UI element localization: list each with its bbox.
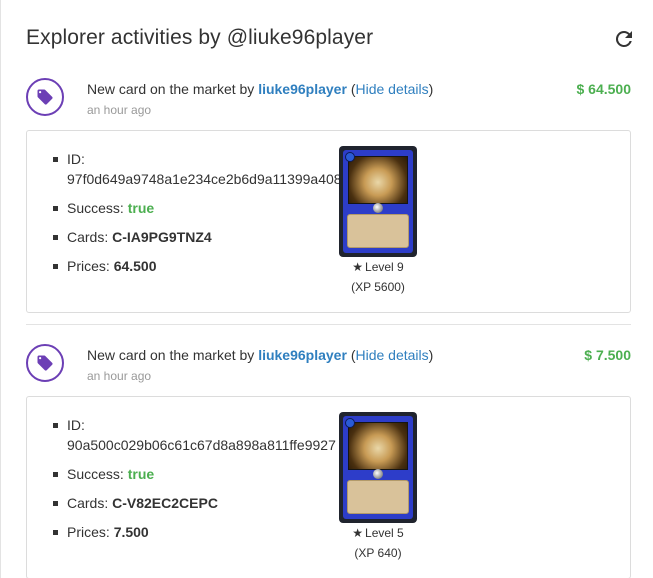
card-gem xyxy=(373,203,383,213)
card-mana-icon xyxy=(345,418,355,428)
activity-text-prefix: New card on the market by xyxy=(87,347,255,363)
activity-time: an hour ago xyxy=(87,103,152,117)
activity-details: ID: 97f0d649a9748a1e234ce2b6d9a11399a408… xyxy=(26,130,631,313)
success-value: true xyxy=(127,200,155,216)
prices-value: 64.500 xyxy=(113,258,157,274)
details-list: ID: 97f0d649a9748a1e234ce2b6d9a11399a408… xyxy=(53,149,343,285)
cards-label: Cards: xyxy=(67,229,109,245)
prices-value: 7.500 xyxy=(113,524,149,540)
user-link[interactable]: liuke96player xyxy=(258,347,347,363)
card-xp: (XP 640) xyxy=(354,546,402,560)
explorer-panel: Explorer activities by @liuke96player Ne… xyxy=(0,0,653,578)
hide-details-link[interactable]: Hide details xyxy=(355,347,428,363)
activity-text: New card on the market by liuke96player … xyxy=(87,81,433,97)
card-level-text: Level 5 xyxy=(365,526,404,540)
id-label: ID: xyxy=(67,151,85,167)
detail-cards: Cards: C-IA9PG9TNZ4 xyxy=(53,227,343,247)
activity-amount: $ 7.500 xyxy=(584,347,631,363)
card-gem xyxy=(373,469,383,479)
id-value: 90a500c029b06c61c67d8a898a811ffe9927 xyxy=(67,437,336,453)
card-level: ★ Level 5 xyxy=(339,526,417,540)
id-label: ID: xyxy=(67,417,85,433)
card-level: ★ Level 9 xyxy=(339,260,417,274)
paren-close: ) xyxy=(428,347,434,363)
card-mana-icon xyxy=(345,152,355,162)
card-frame xyxy=(343,150,413,253)
success-value: true xyxy=(127,466,155,482)
detail-prices: Prices: 7.500 xyxy=(53,522,343,542)
star-icon: ★ xyxy=(352,260,364,274)
card-art xyxy=(348,156,408,204)
card-text-box xyxy=(347,480,409,514)
star-icon: ★ xyxy=(352,526,364,540)
success-label: Success: xyxy=(67,466,124,482)
user-link[interactable]: liuke96player xyxy=(258,81,347,97)
panel-header: Explorer activities by @liuke96player xyxy=(26,26,636,58)
card-art xyxy=(348,422,408,470)
cards-label: Cards: xyxy=(67,495,109,511)
divider xyxy=(26,324,631,325)
activity-text: New card on the market by liuke96player … xyxy=(87,347,433,363)
activity-text-prefix: New card on the market by xyxy=(87,81,255,97)
card-xp: (XP 5600) xyxy=(351,280,405,294)
card-image[interactable] xyxy=(339,412,417,523)
refresh-icon[interactable] xyxy=(612,27,636,51)
card-frame xyxy=(343,416,413,519)
detail-success: Success: true xyxy=(53,198,343,218)
card-image[interactable] xyxy=(339,146,417,257)
activity-time: an hour ago xyxy=(87,369,152,383)
detail-id: ID: 97f0d649a9748a1e234ce2b6d9a11399a408 xyxy=(53,149,343,189)
card-level-text: Level 9 xyxy=(365,260,404,274)
paren-close: ) xyxy=(428,81,434,97)
success-label: Success: xyxy=(67,200,124,216)
panel-title: Explorer activities by @liuke96player xyxy=(26,26,374,49)
activity-details: ID: 90a500c029b06c61c67d8a898a811ffe9927… xyxy=(26,396,631,578)
details-list: ID: 90a500c029b06c61c67d8a898a811ffe9927… xyxy=(53,415,343,551)
activity-amount: $ 64.500 xyxy=(576,81,632,97)
id-value: 97f0d649a9748a1e234ce2b6d9a11399a408 xyxy=(67,171,342,187)
prices-label: Prices: xyxy=(67,258,110,274)
detail-prices: Prices: 64.500 xyxy=(53,256,343,276)
cards-value: C-IA9PG9TNZ4 xyxy=(112,229,212,245)
detail-id: ID: 90a500c029b06c61c67d8a898a811ffe9927 xyxy=(53,415,343,455)
card-text-box xyxy=(347,214,409,248)
cards-value: C-V82EC2CEPC xyxy=(112,495,218,511)
hide-details-link[interactable]: Hide details xyxy=(355,81,428,97)
tag-icon xyxy=(26,344,64,382)
tag-icon xyxy=(26,78,64,116)
detail-cards: Cards: C-V82EC2CEPC xyxy=(53,493,343,513)
detail-success: Success: true xyxy=(53,464,343,484)
prices-label: Prices: xyxy=(67,524,110,540)
